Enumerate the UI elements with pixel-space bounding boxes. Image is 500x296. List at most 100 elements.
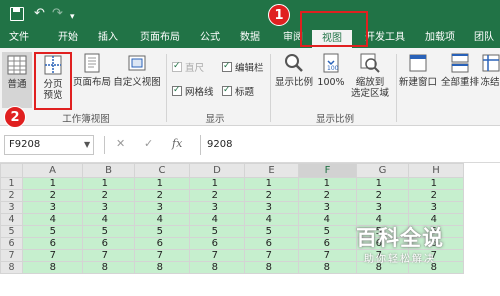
cell-c8[interactable]: 8 xyxy=(134,261,190,274)
column-header-b[interactable]: B xyxy=(82,163,135,178)
cell-c3[interactable]: 3 xyxy=(134,201,190,214)
tab-formulas[interactable]: 公式 xyxy=(194,28,226,48)
column-header-e[interactable]: E xyxy=(244,163,299,178)
formula-input[interactable]: 9208 xyxy=(200,135,496,155)
tab-insert[interactable]: 插入 xyxy=(92,28,124,48)
ruler-checkbox[interactable]: 直尺 xyxy=(172,60,204,75)
cell-c1[interactable]: 1 xyxy=(134,177,190,190)
row-header[interactable]: 1 xyxy=(0,177,23,190)
cell-a7[interactable]: 7 xyxy=(22,249,83,262)
cell-h1[interactable]: 1 xyxy=(408,177,464,190)
cell-c7[interactable]: 7 xyxy=(134,249,190,262)
select-all-corner[interactable] xyxy=(0,163,23,178)
insert-function-icon[interactable]: fx xyxy=(172,137,182,150)
cell-b6[interactable]: 6 xyxy=(82,237,135,250)
cell-a8[interactable]: 8 xyxy=(22,261,83,274)
cell-a2[interactable]: 2 xyxy=(22,189,83,202)
tab-home[interactable]: 开始 xyxy=(52,28,84,48)
freeze-panes-button[interactable]: 冻结 xyxy=(480,52,500,88)
cell-d3[interactable]: 3 xyxy=(189,201,245,214)
cell-d5[interactable]: 5 xyxy=(189,225,245,238)
row-header[interactable]: 3 xyxy=(0,201,23,214)
row-header[interactable]: 7 xyxy=(0,249,23,262)
new-window-button[interactable]: 新建窗口 xyxy=(398,52,438,88)
tab-file[interactable]: 文件 xyxy=(4,28,34,48)
zoom-100-button[interactable]: 100 100% xyxy=(316,52,346,88)
cell-b7[interactable]: 7 xyxy=(82,249,135,262)
cell-g1[interactable]: 1 xyxy=(356,177,409,190)
cell-e4[interactable]: 4 xyxy=(244,213,299,226)
cell-a6[interactable]: 6 xyxy=(22,237,83,250)
column-header-d[interactable]: D xyxy=(189,163,245,178)
zoom-button[interactable]: 显示比例 xyxy=(274,52,314,88)
headings-checkbox[interactable]: 标题 xyxy=(222,84,254,99)
row-header[interactable]: 5 xyxy=(0,225,23,238)
formula-bar-checkbox[interactable]: 编辑栏 xyxy=(222,60,264,75)
save-icon[interactable] xyxy=(10,7,24,21)
cell-c6[interactable]: 6 xyxy=(134,237,190,250)
row-header[interactable]: 2 xyxy=(0,189,23,202)
cell-c5[interactable]: 5 xyxy=(134,225,190,238)
zoom-100-label: 100% xyxy=(317,77,345,88)
undo-icon[interactable]: ↶ xyxy=(34,6,45,22)
redo-icon[interactable]: ↷ xyxy=(52,6,63,22)
gridlines-checkbox[interactable]: 网格线 xyxy=(172,84,214,99)
cell-b1[interactable]: 1 xyxy=(82,177,135,190)
cell-a3[interactable]: 3 xyxy=(22,201,83,214)
page-layout-icon xyxy=(84,53,100,73)
cell-a1[interactable]: 1 xyxy=(22,177,83,190)
cell-b4[interactable]: 4 xyxy=(82,213,135,226)
enter-icon[interactable]: ✓ xyxy=(144,137,153,150)
custom-views-button[interactable]: 自定义视图 xyxy=(112,52,162,88)
cell-d6[interactable]: 6 xyxy=(189,237,245,250)
column-header-a[interactable]: A xyxy=(22,163,83,178)
cancel-icon[interactable]: ✕ xyxy=(116,137,125,150)
cell-c2[interactable]: 2 xyxy=(134,189,190,202)
cell-d1[interactable]: 1 xyxy=(189,177,245,190)
cell-b5[interactable]: 5 xyxy=(82,225,135,238)
row-header[interactable]: 6 xyxy=(0,237,23,250)
cell-d7[interactable]: 7 xyxy=(189,249,245,262)
column-header-f[interactable]: F xyxy=(298,163,357,178)
cell-g2[interactable]: 2 xyxy=(356,189,409,202)
cell-d4[interactable]: 4 xyxy=(189,213,245,226)
row-header[interactable]: 4 xyxy=(0,213,23,226)
zoom-to-selection-button[interactable]: 缩放到 选定区域 xyxy=(348,52,392,99)
cell-f3[interactable]: 3 xyxy=(298,201,357,214)
name-box[interactable]: F9208 xyxy=(4,135,94,155)
cell-e2[interactable]: 2 xyxy=(244,189,299,202)
page-layout-view-button[interactable]: 页面布局 xyxy=(72,52,112,88)
cell-h2[interactable]: 2 xyxy=(408,189,464,202)
cell-d8[interactable]: 8 xyxy=(189,261,245,274)
gridlines-label: 网格线 xyxy=(185,87,214,98)
column-header-g[interactable]: G xyxy=(356,163,409,178)
cell-e8[interactable]: 8 xyxy=(244,261,299,274)
cell-b2[interactable]: 2 xyxy=(82,189,135,202)
cell-e6[interactable]: 6 xyxy=(244,237,299,250)
cell-b3[interactable]: 3 xyxy=(82,201,135,214)
cell-e1[interactable]: 1 xyxy=(244,177,299,190)
column-header-h[interactable]: H xyxy=(408,163,464,178)
cell-a5[interactable]: 5 xyxy=(22,225,83,238)
row-header[interactable]: 8 xyxy=(0,261,23,274)
normal-view-button[interactable]: 普通 xyxy=(2,52,32,108)
cell-e5[interactable]: 5 xyxy=(244,225,299,238)
cell-e7[interactable]: 7 xyxy=(244,249,299,262)
cell-g3[interactable]: 3 xyxy=(356,201,409,214)
cell-c4[interactable]: 4 xyxy=(134,213,190,226)
cell-a4[interactable]: 4 xyxy=(22,213,83,226)
chevron-down-icon[interactable]: ▼ xyxy=(84,135,90,155)
customize-quick-access-icon[interactable]: ▾ xyxy=(70,9,75,25)
cell-e3[interactable]: 3 xyxy=(244,201,299,214)
cell-d2[interactable]: 2 xyxy=(189,189,245,202)
tab-add-ins[interactable]: 加载项 xyxy=(418,28,462,48)
tab-data[interactable]: 数据 xyxy=(234,28,266,48)
arrange-all-button[interactable]: 全部重排 xyxy=(440,52,480,88)
cell-f1[interactable]: 1 xyxy=(298,177,357,190)
tab-team[interactable]: 团队 xyxy=(470,28,498,48)
tab-page-layout[interactable]: 页面布局 xyxy=(134,28,186,48)
column-header-c[interactable]: C xyxy=(134,163,190,178)
cell-h3[interactable]: 3 xyxy=(408,201,464,214)
cell-f2[interactable]: 2 xyxy=(298,189,357,202)
cell-b8[interactable]: 8 xyxy=(82,261,135,274)
